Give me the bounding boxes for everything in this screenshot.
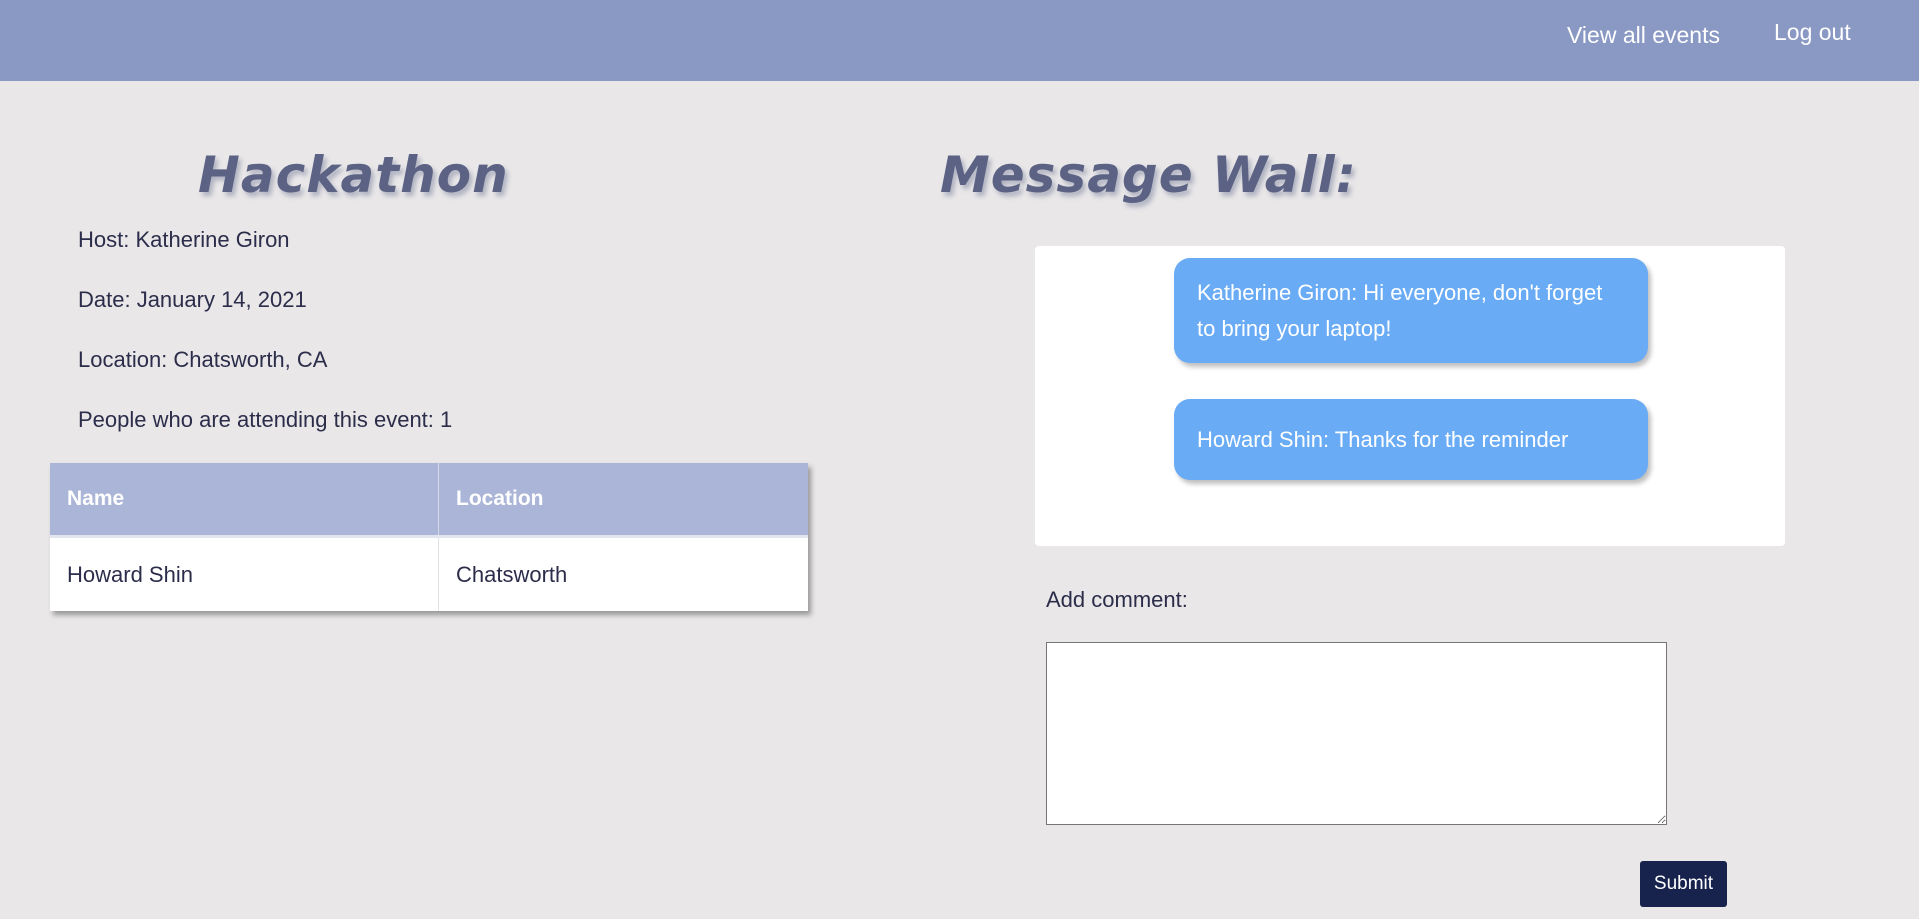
comment-textarea[interactable] (1046, 642, 1667, 825)
event-title: Hackathon (198, 146, 509, 204)
submit-button[interactable]: Submit (1640, 861, 1727, 907)
attendee-location-cell: Chatsworth (456, 561, 568, 587)
table-header-row: Name Location (50, 463, 808, 538)
message-wall-title: Message Wall: (940, 146, 1357, 204)
column-header-location: Location (438, 463, 808, 538)
attendee-count: People who are attending this event: 1 (78, 407, 453, 432)
message-bubble: Howard Shin: Thanks for the reminder (1174, 399, 1648, 480)
event-host: Host: Katherine Giron (78, 227, 290, 252)
view-all-events-link[interactable]: View all events (1567, 22, 1720, 49)
attendee-name-cell: Howard Shin (50, 536, 439, 611)
message-text: Katherine Giron: Hi everyone, don't forg… (1197, 279, 1603, 341)
message-list: Katherine Giron: Hi everyone, don't forg… (1035, 246, 1785, 546)
message-text: Howard Shin: Thanks for the reminder (1197, 426, 1569, 452)
add-comment-label: Add comment: (1046, 587, 1188, 612)
event-location: Location: Chatsworth, CA (78, 347, 328, 372)
table-row: Howard Shin Chatsworth (50, 536, 808, 611)
log-out-link[interactable]: Log out (1774, 19, 1851, 46)
message-bubble: Katherine Giron: Hi everyone, don't forg… (1174, 258, 1648, 363)
column-header-name: Name (50, 463, 439, 538)
top-navigation-bar: View all events Log out (0, 0, 1919, 81)
attendees-table: Name Location Howard Shin Chatsworth (50, 463, 808, 611)
event-date: Date: January 14, 2021 (78, 287, 307, 312)
